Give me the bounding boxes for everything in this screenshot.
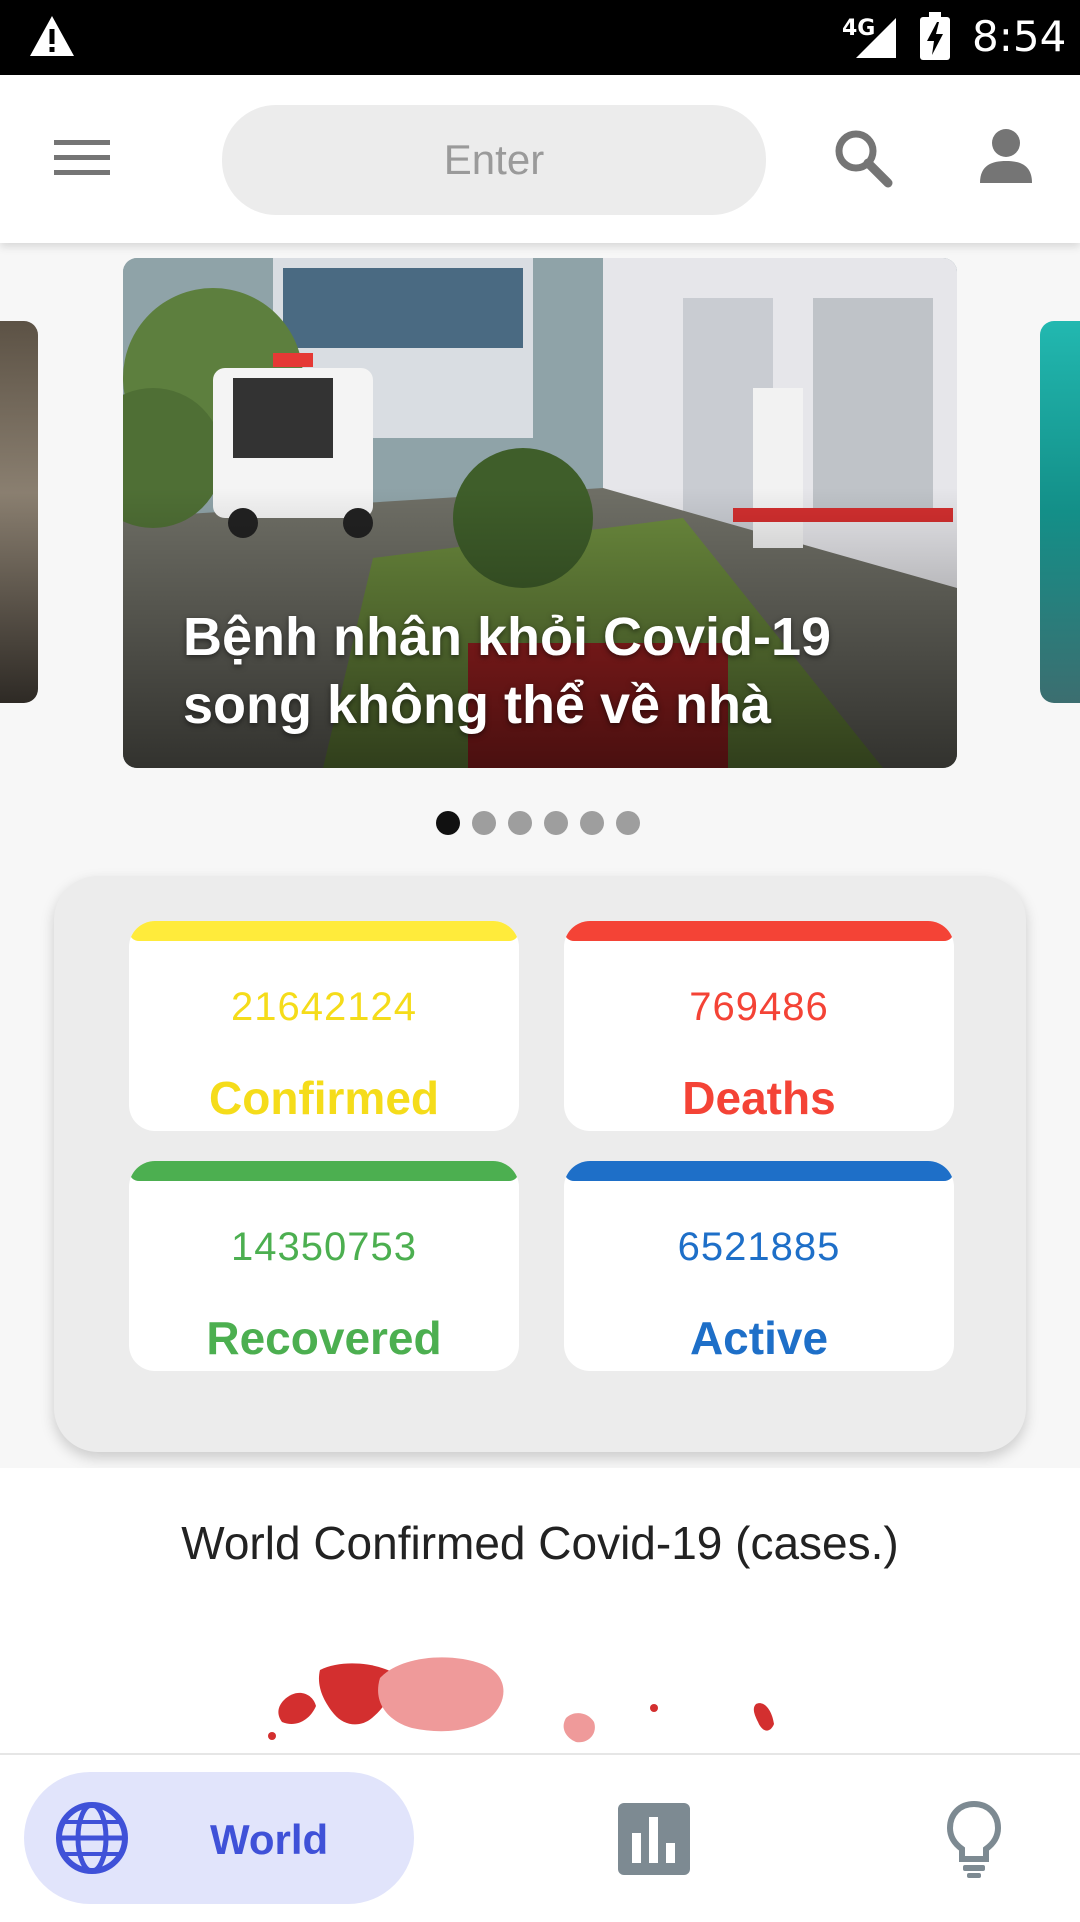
carousel-indicator <box>436 811 640 835</box>
deaths-count: 769486 <box>689 985 829 1029</box>
confirmed-stat[interactable]: 21642124 Confirmed <box>129 921 519 1131</box>
recovered-count: 14350753 <box>231 1225 417 1269</box>
next-slide-peek[interactable] <box>1040 321 1080 703</box>
search-icon[interactable] <box>832 127 894 189</box>
news-carousel[interactable]: Bệnh nhân khỏi Covid-19 song không thể v… <box>0 243 1080 863</box>
recovered-label: Recovered <box>206 1312 442 1364</box>
world-section: World Confirmed Covid-19 (cases.) <box>0 1468 1080 1753</box>
deaths-bar <box>564 921 954 941</box>
carousel-dot[interactable] <box>472 811 496 835</box>
signal-icon <box>856 18 896 58</box>
battery-charging-icon <box>920 12 950 60</box>
deaths-label: Deaths <box>682 1072 836 1124</box>
app-bar <box>0 75 1080 243</box>
menu-icon[interactable] <box>54 138 110 178</box>
active-bar <box>564 1161 954 1181</box>
globe-icon <box>56 1802 128 1874</box>
carousel-dot[interactable] <box>616 811 640 835</box>
nav-world-label: World <box>210 1816 329 1863</box>
carousel-dot[interactable] <box>580 811 604 835</box>
stats-card: 21642124 Confirmed 769486 Deaths 1435075… <box>54 876 1026 1452</box>
carousel-dot[interactable] <box>508 811 532 835</box>
news-slide[interactable]: Bệnh nhân khỏi Covid-19 song không thể v… <box>123 258 957 768</box>
lightbulb-icon[interactable] <box>944 1799 1004 1879</box>
search-input[interactable] <box>222 105 766 215</box>
nav-world-tab[interactable]: World <box>24 1772 414 1904</box>
world-map[interactable] <box>0 1648 1080 1753</box>
active-count: 6521885 <box>677 1225 841 1269</box>
account-icon[interactable] <box>978 127 1034 183</box>
recovered-bar <box>129 1161 519 1181</box>
confirmed-count: 21642124 <box>231 985 417 1029</box>
bottom-navigation: World <box>0 1753 1080 1922</box>
active-stat[interactable]: 6521885 Active <box>564 1161 954 1371</box>
confirmed-label: Confirmed <box>209 1072 439 1124</box>
deaths-stat[interactable]: 769486 Deaths <box>564 921 954 1131</box>
confirmed-bar <box>129 921 519 941</box>
warning-icon <box>30 16 74 56</box>
previous-slide-peek[interactable] <box>0 321 38 703</box>
bar-chart-icon[interactable] <box>618 1803 690 1875</box>
status-bar: 4G 8:54 <box>0 0 1080 75</box>
active-label: Active <box>689 1312 829 1364</box>
clock: 8:54 <box>972 12 1067 61</box>
carousel-dot[interactable] <box>436 811 460 835</box>
carousel-dot[interactable] <box>544 811 568 835</box>
world-chart-title: World Confirmed Covid-19 (cases.) <box>181 1517 899 1569</box>
recovered-stat[interactable]: 14350753 Recovered <box>129 1161 519 1371</box>
news-headline: Bệnh nhân khỏi Covid-19 song không thể v… <box>183 607 832 735</box>
